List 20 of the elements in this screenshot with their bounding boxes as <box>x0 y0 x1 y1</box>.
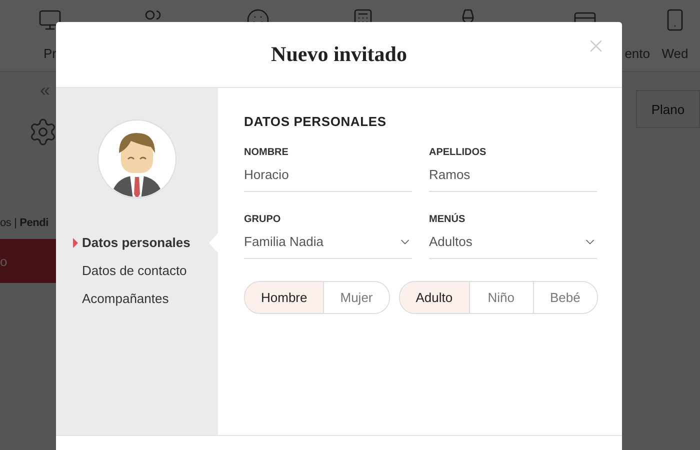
sidebar-item[interactable]: Datos de contacto <box>56 263 218 279</box>
sidebar-item[interactable]: Datos personales <box>56 235 218 251</box>
modal-title: Nuevo invitado <box>271 42 407 67</box>
field-label: APELLIDOS <box>429 147 488 158</box>
field-label: NOMBRE <box>244 147 290 158</box>
section-title: DATOS PERSONALES <box>244 114 388 129</box>
select-field[interactable]: Adultos <box>429 231 597 259</box>
toggle-option[interactable]: Adulto <box>400 282 469 313</box>
input-field[interactable]: Ramos <box>429 164 597 192</box>
gear-icon <box>28 117 58 147</box>
input-field[interactable]: Horacio <box>244 164 412 192</box>
field-label: GRUPO <box>244 214 282 225</box>
toggle-option[interactable]: Bebé <box>532 282 597 313</box>
toggle-option[interactable]: Hombre <box>245 282 324 313</box>
toggle-option[interactable]: Mujer <box>323 282 389 313</box>
breadcrumb: os | Pendi <box>0 217 49 229</box>
field-label: MENÚS <box>429 214 466 225</box>
monitor-icon[interactable] <box>38 8 62 32</box>
select-field[interactable]: Familia Nadia <box>244 231 412 259</box>
sidebar-item[interactable]: Acompañantes <box>56 291 218 307</box>
